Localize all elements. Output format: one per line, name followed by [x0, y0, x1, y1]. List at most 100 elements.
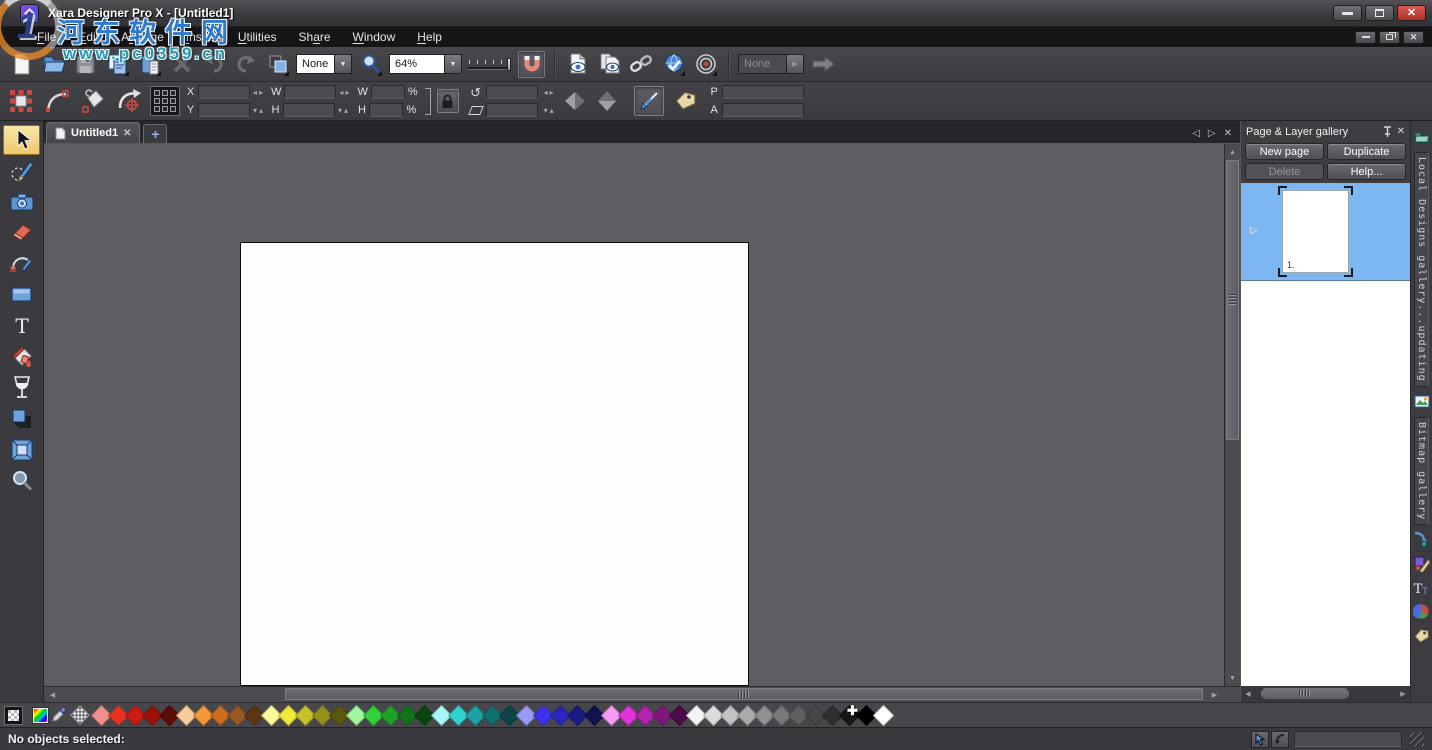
- help-button[interactable]: Help...: [1327, 163, 1406, 180]
- doc-close-button[interactable]: ✕: [1403, 31, 1424, 44]
- rotate-mode-button[interactable]: [114, 86, 144, 116]
- menu-item[interactable]: Help: [406, 29, 453, 45]
- selector-tool[interactable]: [3, 125, 40, 155]
- panel-scroll-right-arrow[interactable]: ▶: [1396, 686, 1410, 701]
- new-page-button[interactable]: New page: [1245, 143, 1324, 160]
- zoom-level-dropdown[interactable]: 64% ▼: [389, 54, 462, 74]
- flip-vertical-button[interactable]: [594, 88, 620, 114]
- transparency-swatch[interactable]: [70, 705, 90, 725]
- fill-tool[interactable]: [3, 342, 40, 372]
- page-thumbnail-row[interactable]: ▷ 1.: [1241, 183, 1410, 280]
- save-document-button[interactable]: [72, 51, 99, 78]
- eyedropper-button[interactable]: [51, 707, 67, 723]
- horizontal-scrollbar[interactable]: ◀ ▶: [44, 686, 1240, 702]
- delete-button[interactable]: [168, 51, 195, 78]
- menu-item[interactable]: Arrange: [110, 29, 175, 45]
- x-position-field[interactable]: [198, 85, 250, 99]
- preview-window-button[interactable]: [564, 51, 591, 78]
- zoom-tool-button[interactable]: [357, 51, 384, 78]
- duplicate-button[interactable]: Duplicate: [1327, 143, 1406, 160]
- height-percent-field[interactable]: [369, 103, 403, 117]
- local-designs-gallery-label[interactable]: Local Designs gallery...updating: [1414, 152, 1429, 387]
- designs-gallery-button[interactable]: [1412, 554, 1432, 574]
- panel-horizontal-scrollbar[interactable]: ◀ ▶: [1241, 686, 1410, 702]
- copy-button[interactable]: [104, 51, 131, 78]
- width-field[interactable]: [284, 85, 336, 99]
- photo-tool[interactable]: [3, 187, 40, 217]
- text-tool[interactable]: T: [3, 311, 40, 341]
- show-fill-handles-button[interactable]: [78, 86, 108, 116]
- panel-scroll-thumb[interactable]: [1261, 688, 1349, 699]
- new-document-button[interactable]: [8, 51, 35, 78]
- page-thumbnail[interactable]: 1.: [1282, 190, 1349, 273]
- maximize-button[interactable]: [1365, 5, 1394, 21]
- a-field[interactable]: [722, 103, 804, 117]
- height-field[interactable]: [283, 103, 335, 117]
- menu-item[interactable]: Window: [342, 29, 407, 45]
- scale-line-widths-button[interactable]: [634, 86, 664, 116]
- panel-scroll-left-arrow[interactable]: ◀: [1241, 686, 1255, 701]
- bitmap-gallery-button[interactable]: [1412, 392, 1432, 412]
- doc-minimize-button[interactable]: [1355, 31, 1376, 44]
- redo-button[interactable]: [232, 51, 259, 78]
- color-editor-button[interactable]: [33, 708, 48, 723]
- close-button[interactable]: ✕: [1397, 5, 1426, 21]
- vertical-scrollbar[interactable]: ▲ ▼: [1224, 144, 1240, 686]
- transform-anchor-grid[interactable]: [150, 86, 180, 116]
- name-gallery-button[interactable]: [1412, 626, 1432, 646]
- dropdown-arrow-icon[interactable]: ▼: [334, 55, 351, 73]
- scroll-right-arrow[interactable]: ▶: [1207, 687, 1222, 702]
- show-edit-handles-button[interactable]: [42, 86, 72, 116]
- snap-to-objects-button[interactable]: [518, 51, 545, 78]
- scroll-down-arrow[interactable]: ▼: [1225, 671, 1240, 685]
- zoom-tool[interactable]: [3, 466, 40, 496]
- fill-gallery-button[interactable]: [1412, 530, 1432, 550]
- pin-icon[interactable]: [1383, 126, 1392, 137]
- menu-item[interactable]: Utilities: [227, 29, 288, 45]
- preview-all-pages-button[interactable]: [596, 51, 623, 78]
- color-gallery-button[interactable]: [1412, 602, 1432, 622]
- color-swatch[interactable]: [873, 704, 894, 725]
- vertical-scroll-thumb[interactable]: [1226, 160, 1239, 440]
- smart-duplicate-button[interactable]: [264, 51, 291, 78]
- horizontal-scroll-thumb[interactable]: [285, 688, 1203, 700]
- resize-grip[interactable]: [1410, 732, 1424, 746]
- tab-untitled1[interactable]: Untitled1 ✕: [46, 122, 140, 143]
- lock-aspect-button[interactable]: [437, 89, 459, 113]
- skew-angle-field[interactable]: [486, 103, 538, 117]
- tab-bar-close-button[interactable]: ✕: [1224, 128, 1232, 139]
- name-tag-button[interactable]: [670, 86, 700, 116]
- dropdown-arrow-icon[interactable]: ▼: [444, 55, 461, 73]
- rectangle-tool[interactable]: [3, 280, 40, 310]
- fonts-gallery-button[interactable]: TT: [1412, 578, 1432, 598]
- shadow-tool[interactable]: [3, 404, 40, 434]
- expander-icon[interactable]: ▷: [1250, 225, 1258, 236]
- local-designs-gallery-button[interactable]: [1412, 127, 1432, 147]
- transparency-tool[interactable]: [3, 373, 40, 403]
- slider-handle[interactable]: [507, 58, 511, 71]
- snap-indicator[interactable]: [1271, 731, 1289, 748]
- no-color-swatch[interactable]: [5, 707, 22, 724]
- new-tab-button[interactable]: +: [143, 124, 167, 143]
- tab-close-icon[interactable]: ✕: [123, 128, 131, 139]
- scroll-left-arrow[interactable]: ◀: [45, 687, 60, 702]
- hyperlink-button[interactable]: [628, 51, 655, 78]
- undo-button[interactable]: [200, 51, 227, 78]
- web-export-check-button[interactable]: [660, 51, 687, 78]
- live-drag-indicator[interactable]: [1251, 731, 1269, 748]
- open-document-button[interactable]: [40, 51, 67, 78]
- p-field[interactable]: [722, 85, 804, 99]
- minimize-button[interactable]: [1333, 5, 1362, 21]
- doc-restore-button[interactable]: [1379, 31, 1400, 44]
- bevel-tool[interactable]: [3, 435, 40, 465]
- bitmap-gallery-label[interactable]: Bitmap gallery: [1414, 417, 1429, 525]
- tab-scroll-right-button[interactable]: ▷: [1208, 128, 1216, 139]
- erase-tool[interactable]: [3, 218, 40, 248]
- paste-button[interactable]: [136, 51, 163, 78]
- panel-close-icon[interactable]: ✕: [1397, 126, 1405, 137]
- width-percent-field[interactable]: [371, 85, 405, 99]
- show-selection-bounds-button[interactable]: [6, 86, 36, 116]
- tab-scroll-left-button[interactable]: ◁: [1192, 128, 1200, 139]
- freehand-tool[interactable]: [3, 156, 40, 186]
- feather-slider[interactable]: [467, 54, 513, 74]
